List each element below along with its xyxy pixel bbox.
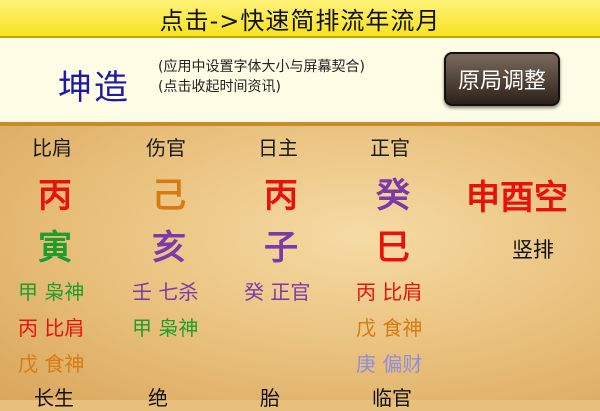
quick-flow-year-month-bar[interactable]: 点击->快速简排流年流月 xyxy=(0,0,600,38)
hidden-stem: 戊 食神 xyxy=(18,352,85,376)
heavenly-stem: 己 xyxy=(152,176,186,216)
heavenly-stem: 丙 xyxy=(264,176,298,216)
heavenly-stem: 癸 xyxy=(376,176,410,216)
pillar-header: 伤官 xyxy=(146,136,186,160)
chart-gender-title: 坤造 xyxy=(58,68,130,108)
hidden-stem: 甲 枭神 xyxy=(132,316,199,340)
hidden-stem: 癸 正官 xyxy=(244,280,311,304)
note-line-font-size: (应用中设置字体大小与屏幕契合) xyxy=(158,59,365,75)
hidden-stem: 庚 偏财 xyxy=(356,352,423,376)
earthly-branch: 巳 xyxy=(376,228,410,268)
earthly-branch: 亥 xyxy=(152,228,186,268)
earthly-branch: 子 xyxy=(264,228,298,268)
adjust-chart-button[interactable]: 原局调整 xyxy=(444,52,560,106)
info-panel[interactable]: 坤造 (应用中设置字体大小与屏幕契合) (点击收起时间资讯) 原局调整 xyxy=(0,38,600,126)
life-stage: 胎 xyxy=(260,386,280,410)
vertical-layout-button[interactable]: 竖排 xyxy=(512,234,554,264)
life-stage: 临官 xyxy=(372,386,412,410)
hidden-stem: 甲 枭神 xyxy=(18,280,85,304)
void-branches: 申酉空 xyxy=(466,178,568,218)
info-notes: (应用中设置字体大小与屏幕契合) (点击收起时间资讯) xyxy=(158,57,365,97)
pillar-header: 比肩 xyxy=(32,136,72,160)
hidden-stem: 壬 七杀 xyxy=(132,280,199,304)
pillar-header: 日主 xyxy=(258,136,298,160)
life-stage: 长生 xyxy=(34,386,74,410)
note-line-collapse: (点击收起时间资讯) xyxy=(158,79,281,95)
earthly-branch: 寅 xyxy=(38,228,72,268)
hidden-stem: 丙 比肩 xyxy=(356,280,423,304)
hidden-stem: 戊 食神 xyxy=(356,316,423,340)
heavenly-stem: 丙 xyxy=(38,176,72,216)
life-stage: 绝 xyxy=(148,386,168,410)
bazi-chart-board: 比肩 丙 寅 甲 枭神 丙 比肩 戊 食神 长生 伤官 己 亥 壬 七杀 甲 枭… xyxy=(0,126,600,410)
quick-flow-label: 点击->快速简排流年流月 xyxy=(159,6,441,35)
pillar-header: 正官 xyxy=(370,136,410,160)
hidden-stem: 丙 比肩 xyxy=(18,316,85,340)
